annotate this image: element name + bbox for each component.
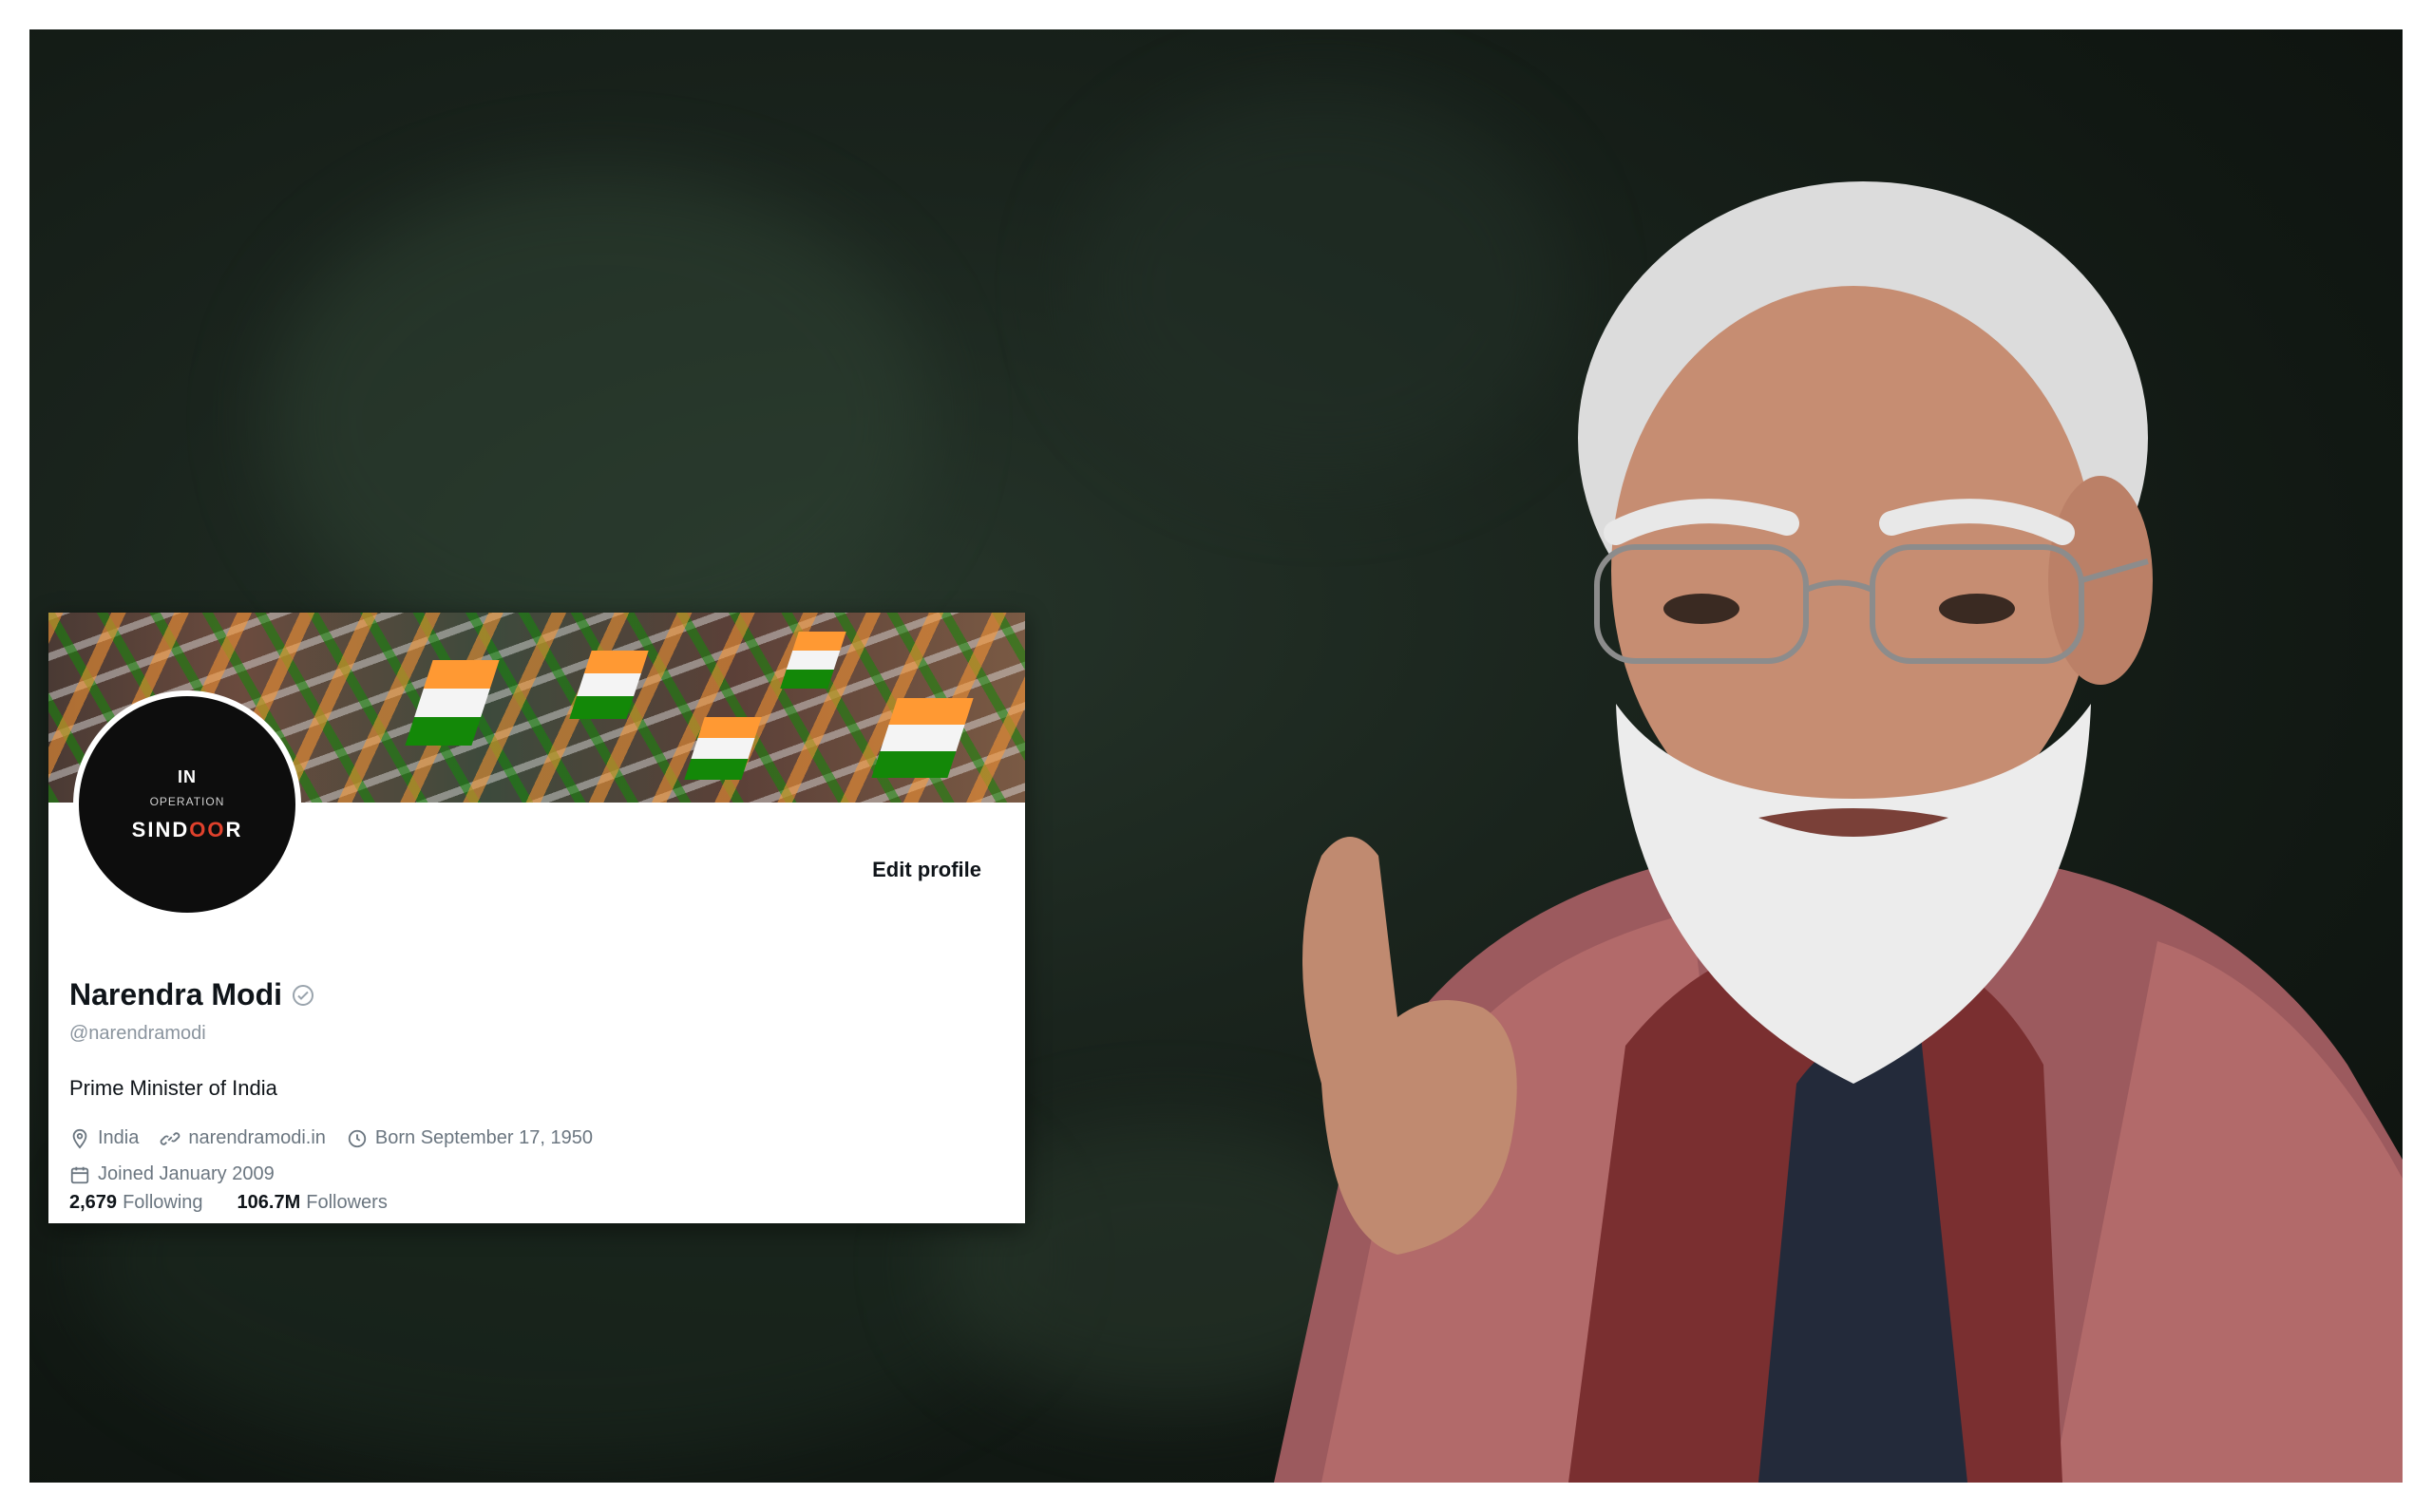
flag-decoration [569,651,649,719]
profile-name: Narendra Modi [69,977,283,1011]
avatar-text-sind: SIND [131,817,190,841]
profile-name-row: Narendra Modi [69,977,314,1012]
flag-decoration [871,698,974,778]
avatar-text-top: IN [178,766,197,786]
location-pin-icon [72,1128,87,1149]
profile-stats: 2,679 Following 106.7M Followers [69,1192,422,1214]
meta-website[interactable]: narendramodi.in [160,1127,326,1149]
born-text: Born September 17, 1950 [374,1127,593,1148]
followers-count: 106.7M [237,1192,301,1213]
edit-profile-button[interactable]: Edit profile [847,844,1006,896]
profile-meta-row-2: Joined January 2009 [69,1163,295,1185]
flag-decoration [684,717,762,780]
profile-meta-row: India narendramodi.in Born September 17,… [69,1127,614,1149]
flag-decoration [405,660,500,746]
flag-decoration [780,632,846,689]
meta-joined: Joined January 2009 [69,1163,275,1185]
following-stat[interactable]: 2,679 Following [69,1192,203,1214]
followers-label: Followers [306,1192,388,1213]
profile-card: IN OPERATION SINDOOR Edit profile Narend… [48,613,1025,1223]
meta-born: Born September 17, 1950 [347,1127,593,1149]
profile-handle: @narendramodi [69,1023,206,1044]
followers-stat[interactable]: 106.7M Followers [238,1192,388,1214]
avatar-text-middle: OPERATION [149,794,225,808]
link-icon [161,1131,180,1145]
profile-bio: Prime Minister of India [69,1076,277,1100]
calendar-icon [70,1166,89,1183]
portrait-photo [1274,181,2403,1483]
photo-background: IN OPERATION SINDOOR Edit profile Narend… [29,29,2403,1483]
website-link[interactable]: narendramodi.in [188,1127,326,1149]
background-blur [267,172,932,666]
avatar-text-oo: OO [189,817,226,841]
meta-location: India [69,1127,139,1149]
avatar-text-bottom: SINDOOR [132,818,243,842]
following-count: 2,679 [69,1192,118,1213]
avatar-text-r: R [225,817,243,841]
location-text: India [98,1127,140,1148]
verified-badge-icon [293,984,314,1006]
avatar[interactable]: IN OPERATION SINDOOR [73,690,301,918]
balloon-icon [348,1129,367,1147]
following-label: Following [123,1192,203,1213]
joined-text: Joined January 2009 [98,1163,275,1184]
